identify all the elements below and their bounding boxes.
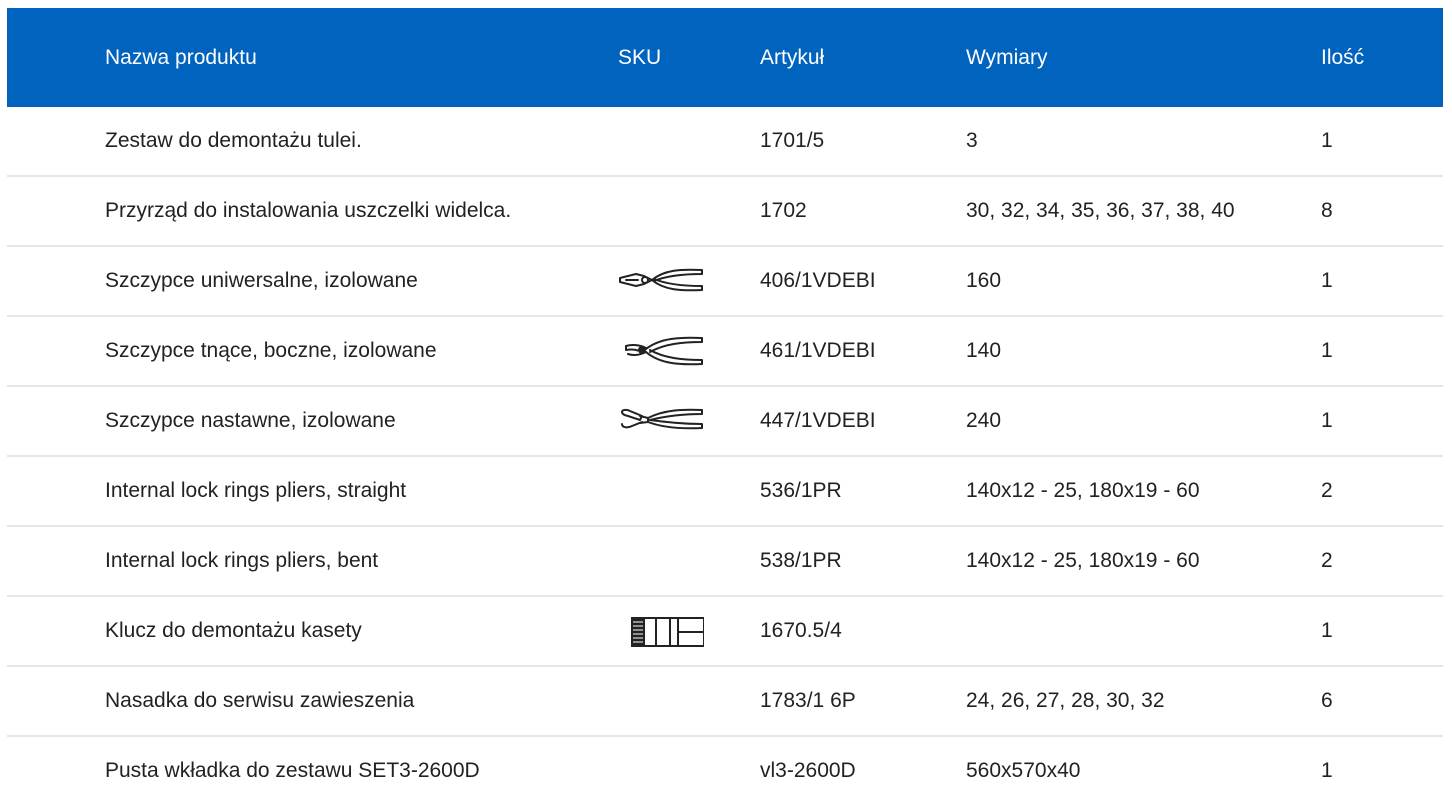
table-row: Pusta wkładka do zestawu SET3-2600D vl3-…: [7, 737, 1443, 805]
dimensions: 560x570x40: [966, 759, 1081, 782]
header-name[interactable]: Nazwa produktu: [105, 46, 257, 70]
quantity: 1: [1321, 409, 1333, 432]
article-number: 1701/5: [760, 129, 825, 152]
dimensions: 160: [966, 269, 1002, 292]
article-number: 1670.5/4: [760, 619, 842, 642]
table-row: Zestaw do demontażu tulei. 1701/5 3 1: [7, 107, 1443, 177]
header-article[interactable]: Artykuł: [760, 46, 824, 70]
cassette-tool-icon: [618, 614, 704, 648]
table-row: Szczypce uniwersalne, izolowane 406/1VDE…: [7, 247, 1443, 317]
table-row: Nasadka do serwisu zawieszenia 1783/1 6P…: [7, 667, 1443, 737]
quantity: 1: [1321, 269, 1333, 292]
side-cutter-pliers-icon: [618, 334, 704, 368]
product-name: Pusta wkładka do zestawu SET3-2600D: [105, 759, 480, 782]
header-quantity[interactable]: Ilość: [1321, 46, 1364, 70]
product-name: Klucz do demontażu kasety: [105, 619, 362, 642]
dimensions: 30, 32, 34, 35, 36, 37, 38, 40: [966, 199, 1235, 222]
product-name: Szczypce uniwersalne, izolowane: [105, 269, 418, 292]
dimensions: 240: [966, 409, 1002, 432]
table-row: Klucz do demontażu kasety 1670.5/4 1: [7, 597, 1443, 667]
product-name: Internal lock rings pliers, bent: [105, 549, 379, 572]
dimensions: 140x12 - 25, 180x19 - 60: [966, 479, 1200, 502]
article-number: 406/1VDEBI: [760, 269, 876, 292]
quantity: 2: [1321, 549, 1333, 572]
article-number: 538/1PR: [760, 549, 842, 572]
quantity: 1: [1321, 129, 1333, 152]
header-dimensions[interactable]: Wymiary: [966, 46, 1047, 70]
product-name: Internal lock rings pliers, straight: [105, 479, 407, 502]
table-row: Internal lock rings pliers, straight 536…: [7, 457, 1443, 527]
product-name: Zestaw do demontażu tulei.: [105, 129, 362, 152]
table-header: Nazwa produktu SKU Artykuł Wymiary Ilość: [7, 8, 1443, 107]
combination-pliers-icon: [618, 264, 704, 298]
header-sku[interactable]: SKU: [618, 46, 661, 70]
quantity: 1: [1321, 619, 1333, 642]
dimensions: 140x12 - 25, 180x19 - 60: [966, 549, 1200, 572]
article-number: vl3-2600D: [760, 759, 856, 782]
quantity: 8: [1321, 199, 1333, 222]
article-number: 536/1PR: [760, 479, 842, 502]
dimensions: 24, 26, 27, 28, 30, 32: [966, 689, 1165, 712]
table-row: Szczypce tnące, boczne, izolowane 461/1V…: [7, 317, 1443, 387]
article-number: 1702: [760, 199, 807, 222]
dimensions: 140: [966, 339, 1002, 362]
article-number: 1783/1 6P: [760, 689, 856, 712]
product-name: Nasadka do serwisu zawieszenia: [105, 689, 415, 712]
quantity: 6: [1321, 689, 1333, 712]
quantity: 2: [1321, 479, 1333, 502]
product-name: Szczypce nastawne, izolowane: [105, 409, 396, 432]
quantity: 1: [1321, 339, 1333, 362]
article-number: 461/1VDEBI: [760, 339, 876, 362]
adjustable-pliers-icon: [618, 404, 704, 438]
article-number: 447/1VDEBI: [760, 409, 876, 432]
table-row: Przyrząd do instalowania uszczelki widel…: [7, 177, 1443, 247]
table-row: Internal lock rings pliers, bent 538/1PR…: [7, 527, 1443, 597]
product-name: Przyrząd do instalowania uszczelki widel…: [105, 199, 512, 222]
products-table: Nazwa produktu SKU Artykuł Wymiary Ilość…: [7, 8, 1443, 805]
dimensions: 3: [966, 129, 978, 152]
quantity: 1: [1321, 759, 1333, 782]
product-name: Szczypce tnące, boczne, izolowane: [105, 339, 437, 362]
table-row: Szczypce nastawne, izolowane 447/1VDEBI …: [7, 387, 1443, 457]
